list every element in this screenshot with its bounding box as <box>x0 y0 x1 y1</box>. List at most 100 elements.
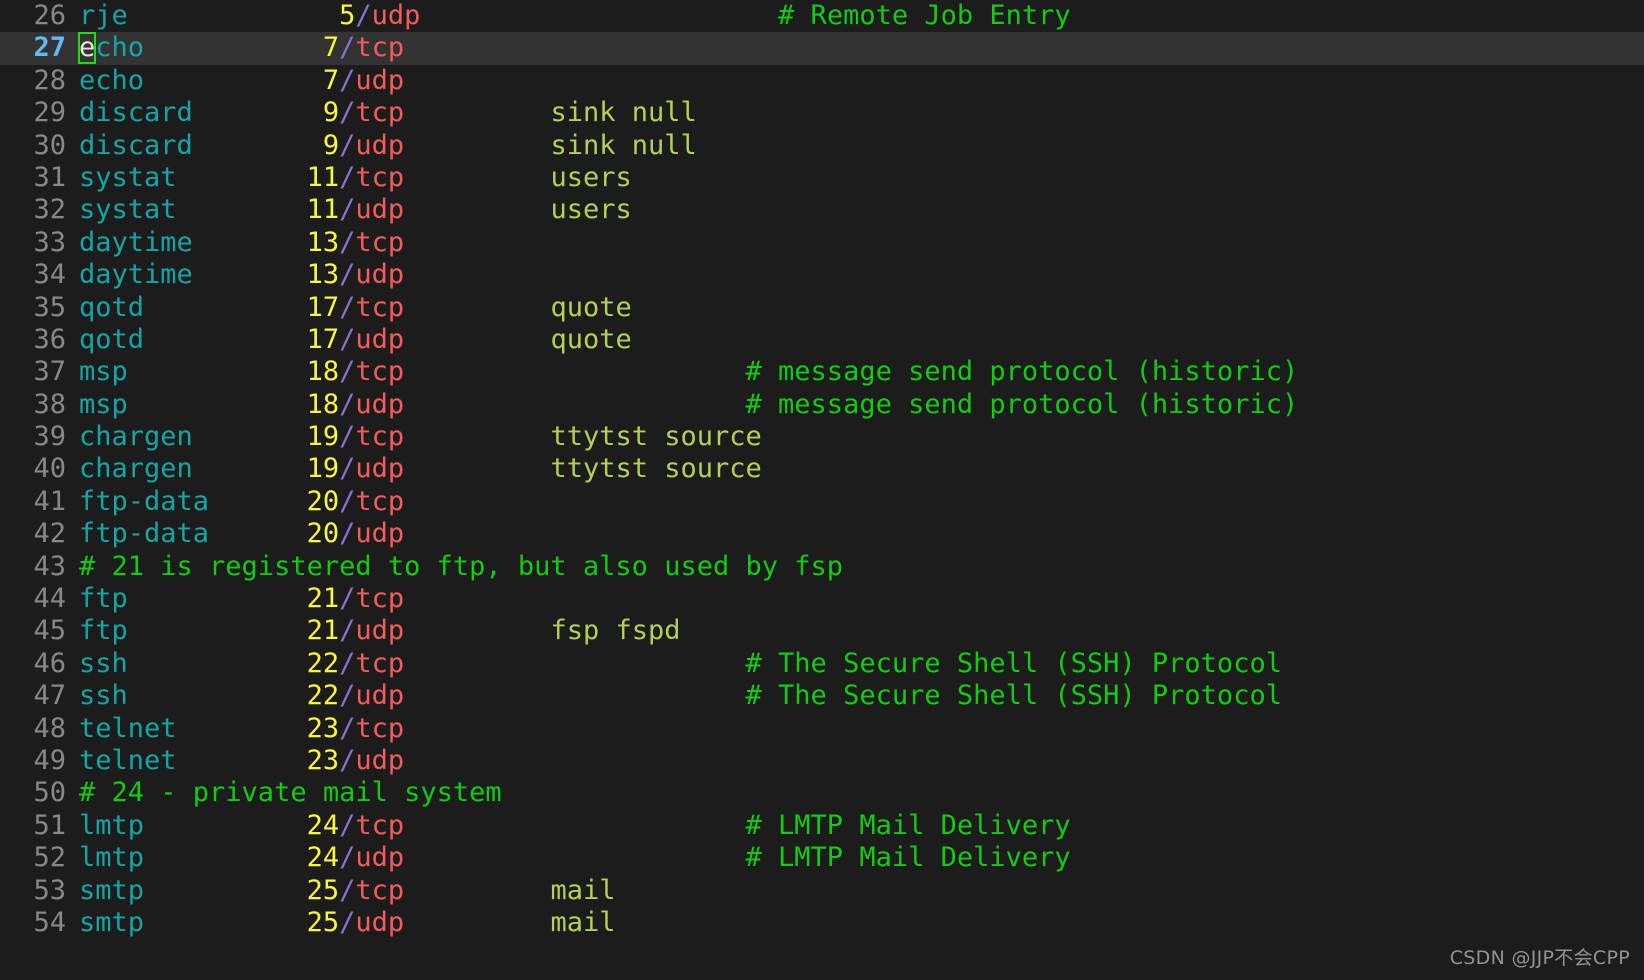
code-line[interactable]: 28 echo 7/udp <box>0 65 1644 97</box>
code-lines-container: 26 rje 5/udp # Remote Job Entry 27 echo 7/t… <box>0 0 1644 939</box>
code-token: / <box>339 64 356 96</box>
code-line[interactable]: 37 msp 18/tcp # message send protocol (hi… <box>0 356 1644 388</box>
code-token: chargen <box>79 421 193 453</box>
code-token: discard <box>79 97 193 129</box>
code-line-content: lmtp 24/udp # LMTP Mail Delivery <box>79 842 1071 874</box>
line-number: 32 <box>33 194 66 226</box>
code-line-content: daytime 13/tcp <box>79 227 404 259</box>
code-token: 20 <box>306 485 340 517</box>
code-line[interactable]: 38 msp 18/udp # message send protocol (hi… <box>0 389 1644 421</box>
code-line[interactable]: 31 systat 11/tcp users <box>0 162 1644 194</box>
code-line-content: qotd 17/udp quote <box>79 324 632 356</box>
code-line[interactable]: 49 telnet 23/udp <box>0 745 1644 777</box>
code-line[interactable]: 30 discard 9/udp sink null <box>0 130 1644 162</box>
code-line[interactable]: 51 lmtp 24/tcp # LMTP Mail Delivery <box>0 810 1644 842</box>
code-line[interactable]: 40 chargen 19/udp ttytst source <box>0 453 1644 485</box>
code-line-active[interactable]: 27 echo 7/tcp <box>0 32 1644 65</box>
code-token: / <box>339 647 356 679</box>
code-line[interactable]: 29 discard 9/tcp sink null <box>0 97 1644 129</box>
text-editor-viewport[interactable]: 26 rje 5/udp # Remote Job Entry 27 echo 7/t… <box>0 0 1644 980</box>
code-token: udp <box>371 0 421 31</box>
code-line[interactable]: 34 daytime 13/udp <box>0 259 1644 291</box>
code-line[interactable]: 45 ftp 21/udp fsp fspd <box>0 615 1644 647</box>
code-line[interactable]: 33 daytime 13/tcp <box>0 227 1644 259</box>
code-token: tcp <box>355 809 405 841</box>
code-token: 17 <box>306 291 340 323</box>
code-line-content: msp 18/udp # message send protocol (hist… <box>79 389 1298 421</box>
code-line[interactable]: 32 systat 11/udp users <box>0 194 1644 226</box>
code-token: # Remote Job Entry <box>778 0 1071 31</box>
code-line[interactable]: 41 ftp-data 20/tcp <box>0 486 1644 518</box>
code-token: msp <box>79 388 128 420</box>
code-line-content: ftp-data 20/tcp <box>79 486 404 518</box>
code-line[interactable]: 26 rje 5/udp # Remote Job Entry <box>0 0 1644 32</box>
code-line-content: # 24 - private mail system <box>79 777 502 809</box>
code-line-content: echo 7/tcp <box>77 32 404 65</box>
code-line[interactable]: 53 smtp 25/tcp mail <box>0 875 1644 907</box>
code-token: # LMTP Mail Delivery <box>745 842 1071 874</box>
code-line[interactable]: 35 qotd 17/tcp quote <box>0 292 1644 324</box>
code-token: / <box>339 421 356 453</box>
code-line-content: smtp 25/tcp mail <box>79 875 616 907</box>
code-line[interactable]: 52 lmtp 24/udp # LMTP Mail Delivery <box>0 842 1644 874</box>
code-token: / <box>339 744 356 776</box>
code-token: udp <box>355 518 405 550</box>
code-line[interactable]: 47 ssh 22/udp # The Secure Shell (SSH) Pr… <box>0 680 1644 712</box>
code-token: udp <box>355 744 405 776</box>
code-token: # message send protocol (historic) <box>745 356 1299 388</box>
code-token: / <box>339 388 356 420</box>
code-token: tcp <box>355 291 405 323</box>
code-token: lmtp <box>79 842 145 874</box>
code-token: udp <box>355 842 405 874</box>
line-number: 27 <box>33 32 66 64</box>
code-line-content: systat 11/udp users <box>79 194 632 226</box>
code-line[interactable]: 46 ssh 22/tcp # The Secure Shell (SSH) Pr… <box>0 648 1644 680</box>
code-line[interactable]: 50 # 24 - private mail system <box>0 777 1644 809</box>
code-line[interactable]: 44 ftp 21/tcp <box>0 583 1644 615</box>
code-token: 11 <box>306 194 340 226</box>
line-number: 48 <box>33 712 66 744</box>
code-token: 25 <box>306 906 340 938</box>
code-token: 22 <box>306 647 340 679</box>
code-line[interactable]: 43 # 21 is registered to ftp, but also us… <box>0 551 1644 583</box>
code-token: ftp-data <box>79 485 210 517</box>
code-line-content: chargen 19/tcp ttytst source <box>79 421 762 453</box>
code-token: ttytst source <box>550 421 762 453</box>
code-line-content: smtp 25/udp mail <box>79 907 616 939</box>
code-line[interactable]: 39 chargen 19/tcp ttytst source <box>0 421 1644 453</box>
code-token: 13 <box>306 226 340 258</box>
code-token: 20 <box>306 518 340 550</box>
code-token: discard <box>79 129 193 161</box>
code-token: 17 <box>306 323 340 355</box>
code-line[interactable]: 36 qotd 17/udp quote <box>0 324 1644 356</box>
code-token: 11 <box>306 161 340 193</box>
code-line[interactable]: 48 telnet 23/tcp <box>0 713 1644 745</box>
code-token: tcp <box>355 583 405 615</box>
code-token: 23 <box>306 712 340 744</box>
code-token: / <box>339 583 356 615</box>
code-token: / <box>339 323 356 355</box>
code-line[interactable]: 42 ftp-data 20/udp <box>0 518 1644 550</box>
block-cursor: e <box>77 32 97 65</box>
code-token: udp <box>355 680 405 712</box>
code-token: ftp-data <box>79 518 210 550</box>
code-line[interactable]: 54 smtp 25/udp mail <box>0 907 1644 939</box>
code-line-content: systat 11/tcp users <box>79 162 632 194</box>
code-token: qotd <box>79 323 145 355</box>
code-token: smtp <box>79 874 145 906</box>
code-token: 7 <box>322 64 340 96</box>
